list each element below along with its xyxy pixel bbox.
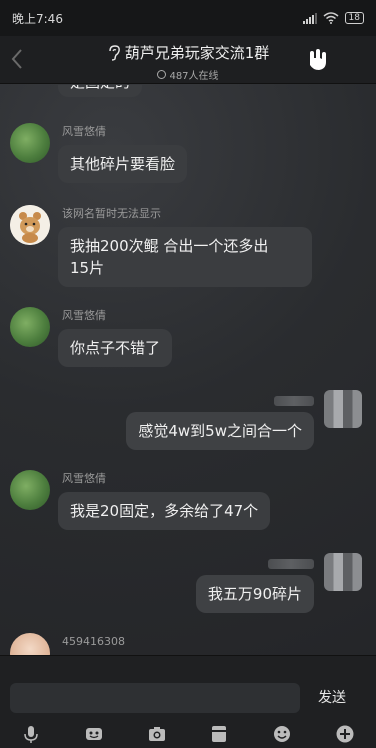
status-time: 晚上7:46: [12, 11, 63, 26]
emoji-pack-button[interactable]: [81, 721, 107, 747]
folder-icon: [212, 726, 227, 742]
battery-icon: 18: [344, 12, 364, 24]
message-bubble[interactable]: 我抽200次鲲 合出一个还多出 15片: [58, 227, 312, 287]
hand-gesture-icon: [310, 49, 326, 70]
input-toolbar: [0, 720, 376, 748]
sender-name: 该网名暂时无法显示: [62, 207, 161, 220]
status-bar: 晚上7:46 18: [0, 0, 376, 36]
back-button[interactable]: [4, 46, 30, 72]
blurred-sender-name: [268, 559, 314, 569]
send-button[interactable]: 发送: [318, 687, 346, 707]
ear-icon: [109, 44, 120, 61]
message-list[interactable]: 是固定的 风雪悠倩 其他碎片要看脸 该网名暂时无法显示 我抽200次鲲 合出一个…: [0, 85, 376, 655]
camera-button[interactable]: [144, 721, 170, 747]
smiley-button[interactable]: [269, 721, 295, 747]
camera-icon: [148, 727, 165, 741]
group-title-text: 葫芦兄弟玩家交流1群: [124, 44, 270, 62]
message-line: 15片: [70, 259, 105, 277]
online-text: 487人在线: [169, 70, 219, 82]
title-area[interactable]: 葫芦兄弟玩家交流1群 487人在线: [60, 42, 316, 82]
sender-name: 风雪悠倩: [62, 472, 106, 485]
message-input[interactable]: [10, 683, 300, 713]
sender-name: 风雪悠倩: [62, 309, 106, 322]
avatar[interactable]: [10, 470, 50, 510]
input-bar: 发送: [0, 655, 376, 748]
message-bubble[interactable]: 是固定的: [58, 85, 143, 97]
avatar[interactable]: [324, 553, 362, 591]
avatar[interactable]: [10, 123, 50, 163]
avatar[interactable]: [10, 205, 50, 245]
avatar[interactable]: [10, 307, 50, 347]
chevron-left-icon: [11, 49, 22, 69]
online-icon: [157, 69, 167, 79]
folder-button[interactable]: [206, 721, 232, 747]
blurred-sender-name: [274, 396, 314, 406]
group-menu-button[interactable]: [304, 46, 332, 74]
smiley-icon: [273, 726, 290, 742]
microphone-icon: [24, 726, 39, 743]
plus-icon: [336, 725, 354, 743]
message-bubble[interactable]: 我五万90碎片: [195, 575, 314, 613]
more-button[interactable]: [332, 721, 358, 747]
avatar[interactable]: [324, 390, 362, 428]
emoji-pack-icon: [85, 728, 102, 740]
chat-header: 葫芦兄弟玩家交流1群 487人在线: [0, 36, 376, 84]
online-count: 487人在线: [60, 67, 316, 82]
status-icons: 18: [302, 12, 364, 24]
message-bubble[interactable]: 你点子不错了: [58, 329, 173, 367]
avatar[interactable]: [10, 633, 50, 655]
wifi-icon: [323, 12, 339, 24]
message-bubble[interactable]: 其他碎片要看脸: [58, 145, 188, 183]
group-title: 葫芦兄弟玩家交流1群: [107, 42, 270, 63]
signal-icon: [302, 12, 317, 24]
message-bubble[interactable]: 我是20固定，多余给了47个: [58, 492, 271, 530]
bear-avatar-icon: [10, 205, 50, 245]
sender-name: 459416308: [62, 635, 125, 648]
message-line: 我抽200次鲲 合出一个还多出: [70, 237, 269, 255]
message-bubble[interactable]: 感觉4w到5w之间合一个: [126, 412, 314, 450]
sender-name: 风雪悠倩: [62, 125, 106, 138]
microphone-button[interactable]: [18, 721, 44, 747]
